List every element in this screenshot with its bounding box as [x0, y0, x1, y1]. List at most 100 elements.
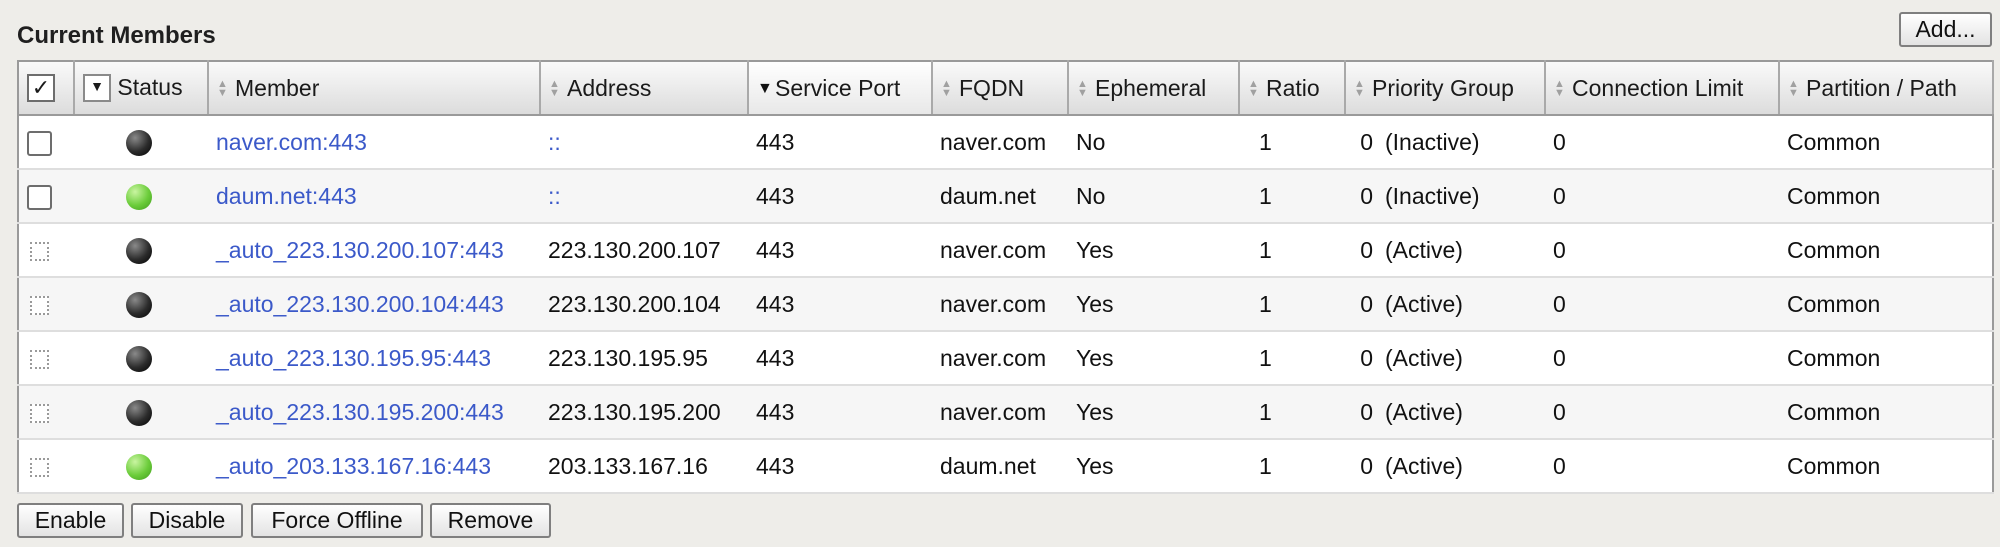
partition-cell: Common: [1779, 115, 1993, 170]
black-circle-status-icon: [126, 345, 152, 372]
partition-cell: Common: [1779, 331, 1993, 386]
address-header-label: Address: [567, 74, 652, 101]
fqdn-header-label: FQDN: [959, 74, 1025, 101]
status-cell: [74, 385, 208, 440]
member-link[interactable]: _auto_223.130.200.104:443: [216, 291, 504, 317]
sort-arrows-icon: ▲ ▼: [1554, 78, 1565, 100]
select-cell: [18, 439, 74, 494]
row-checkbox-disabled: [30, 403, 49, 423]
connection-limit-column-header[interactable]: ▲ ▼ Connection Limit: [1545, 61, 1780, 116]
status-column-header[interactable]: ▼ Status: [74, 61, 209, 116]
address-value: 223.130.200.107: [548, 236, 721, 263]
members-panel: Current Members Add... ✓ ▼ Status ▲ ▼ Me…: [0, 0, 2000, 547]
disable-button[interactable]: Disable: [131, 503, 243, 538]
sort-arrows-icon: ▲ ▼: [217, 78, 228, 100]
green-circle-status-icon: [126, 183, 152, 210]
address-cell: 223.130.195.95: [540, 331, 748, 386]
row-checkbox-disabled: [30, 295, 49, 315]
member-link[interactable]: naver.com:443: [216, 129, 367, 155]
connection-limit-cell: 0: [1545, 169, 1779, 224]
connection-limit-cell: 0: [1545, 115, 1779, 170]
priority-group-cell: 0 (Active): [1345, 385, 1545, 440]
add-member-button[interactable]: Add...: [1899, 12, 1992, 47]
fqdn-column-header[interactable]: ▲ ▼ FQDN: [932, 61, 1069, 116]
black-circle-status-icon: [126, 291, 152, 318]
force-offline-button[interactable]: Force Offline: [251, 503, 423, 538]
select-all-checkbox[interactable]: ✓: [27, 74, 55, 103]
ephemeral-header-label: Ephemeral: [1095, 74, 1207, 101]
priority-group-state: (Active): [1385, 398, 1463, 425]
status-cell: [74, 223, 208, 278]
select-cell: [18, 115, 74, 170]
priority-group-state: (Inactive): [1385, 182, 1480, 209]
member-cell: _auto_223.130.195.200:443: [208, 385, 540, 440]
table-row: _auto_223.130.195.95:443 223.130.195.95 44…: [18, 331, 1993, 386]
service-port-column-header[interactable]: ▼Service Port: [748, 61, 933, 116]
table-row: _auto_203.133.167.16:443 203.133.167.16 44…: [18, 439, 1993, 494]
select-cell: [18, 277, 74, 332]
priority-group-state: (Active): [1385, 344, 1463, 371]
member-link[interactable]: daum.net:443: [216, 183, 357, 209]
status-cell: [74, 331, 208, 386]
select-cell: [18, 331, 74, 386]
member-link[interactable]: _auto_223.130.200.107:443: [216, 237, 504, 263]
fqdn-cell: daum.net: [932, 169, 1068, 224]
priority-group-cell: 0 (Active): [1345, 223, 1545, 278]
member-cell: _auto_223.130.200.104:443: [208, 277, 540, 332]
priority-group-cell: 0 (Inactive): [1345, 115, 1545, 170]
ratio-cell: 1: [1239, 115, 1345, 170]
ratio-cell: 1: [1239, 223, 1345, 278]
fqdn-cell: naver.com: [932, 277, 1068, 332]
row-checkbox[interactable]: [27, 184, 52, 210]
table-row: daum.net:443:: 443 daum.net No 1 0 (Inactive) 0…: [18, 169, 1993, 224]
service-port-cell: 443: [748, 223, 932, 278]
connection-limit-cell: 0: [1545, 277, 1779, 332]
address-value: 203.133.167.16: [548, 452, 708, 479]
service-port-cell: 443: [748, 331, 932, 386]
ratio-header-label: Ratio: [1266, 74, 1320, 101]
member-link[interactable]: _auto_223.130.195.95:443: [216, 345, 491, 371]
partition-cell: Common: [1779, 169, 1993, 224]
remove-button[interactable]: Remove: [430, 503, 551, 538]
select-all-header: ✓: [18, 61, 75, 116]
connection-limit-cell: 0: [1545, 385, 1779, 440]
sort-arrows-icon: ▲ ▼: [1354, 78, 1365, 100]
fqdn-cell: daum.net: [932, 439, 1068, 494]
priority-group-number: 0: [1360, 344, 1373, 371]
ratio-column-header[interactable]: ▲ ▼ Ratio: [1239, 61, 1346, 116]
section-title: Current Members: [17, 22, 216, 49]
service-port-header-label: Service Port: [775, 74, 901, 101]
chevron-down-icon[interactable]: ▼: [83, 74, 111, 103]
status-cell: [74, 169, 208, 224]
ephemeral-cell: Yes: [1068, 223, 1239, 278]
partition-cell: Common: [1779, 277, 1993, 332]
status-cell: [74, 115, 208, 170]
address-cell: 223.130.195.200: [540, 385, 748, 440]
row-checkbox-disabled: [30, 349, 49, 369]
member-column-header[interactable]: ▲ ▼ Member: [208, 61, 541, 116]
priority-group-column-header[interactable]: ▲ ▼ Priority Group: [1345, 61, 1546, 116]
select-cell: [18, 223, 74, 278]
member-link[interactable]: _auto_203.133.167.16:443: [216, 453, 491, 479]
ephemeral-cell: Yes: [1068, 385, 1239, 440]
member-cell: _auto_203.133.167.16:443: [208, 439, 540, 494]
ephemeral-cell: No: [1068, 169, 1239, 224]
priority-group-cell: 0 (Inactive): [1345, 169, 1545, 224]
address-value: ::: [548, 128, 561, 155]
ephemeral-column-header[interactable]: ▲ ▼ Ephemeral: [1068, 61, 1240, 116]
enable-button[interactable]: Enable: [17, 503, 124, 538]
select-cell: [18, 385, 74, 440]
address-column-header[interactable]: ▲ ▼ Address: [540, 61, 749, 116]
status-header-label: Status: [117, 73, 183, 100]
ephemeral-cell: Yes: [1068, 277, 1239, 332]
address-value: 223.130.195.200: [548, 398, 721, 425]
priority-group-number: 0: [1360, 452, 1373, 479]
row-checkbox[interactable]: [27, 130, 52, 156]
service-port-cell: 443: [748, 115, 932, 170]
partition-column-header[interactable]: ▲ ▼ Partition / Path: [1779, 61, 1994, 116]
member-cell: naver.com:443: [208, 115, 540, 170]
member-link[interactable]: _auto_223.130.195.200:443: [216, 399, 504, 425]
priority-group-number: 0: [1360, 398, 1373, 425]
sort-arrows-icon: ▲ ▼: [1248, 78, 1259, 100]
fqdn-cell: naver.com: [932, 223, 1068, 278]
